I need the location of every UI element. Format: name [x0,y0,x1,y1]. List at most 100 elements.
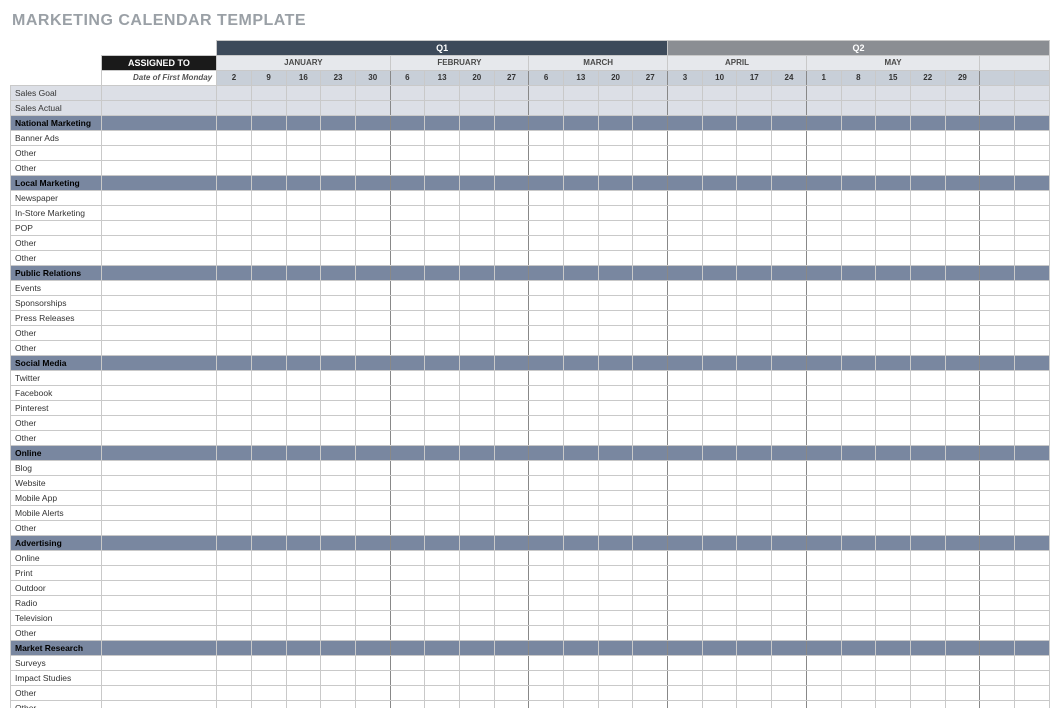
calendar-cell[interactable] [459,461,494,476]
calendar-cell[interactable] [459,101,494,116]
calendar-cell[interactable] [564,296,599,311]
calendar-cell[interactable] [494,206,529,221]
assigned-cell[interactable] [101,596,216,611]
calendar-cell[interactable] [217,206,252,221]
calendar-cell[interactable] [494,251,529,266]
assigned-cell[interactable] [101,401,216,416]
calendar-cell[interactable] [321,701,356,708]
calendar-cell[interactable] [1014,671,1049,686]
calendar-cell[interactable] [217,131,252,146]
calendar-cell[interactable] [494,686,529,701]
calendar-cell[interactable] [355,506,390,521]
calendar-cell[interactable] [910,686,945,701]
calendar-cell[interactable] [980,431,1015,446]
calendar-cell[interactable] [806,146,841,161]
calendar-cell[interactable] [529,326,564,341]
assigned-cell[interactable] [101,701,216,708]
calendar-cell[interactable] [251,596,286,611]
calendar-cell[interactable] [1014,341,1049,356]
calendar-cell[interactable] [737,566,772,581]
calendar-cell[interactable] [286,326,321,341]
calendar-cell[interactable] [910,296,945,311]
calendar-cell[interactable] [980,656,1015,671]
assigned-cell[interactable] [101,581,216,596]
calendar-cell[interactable] [910,146,945,161]
calendar-cell[interactable] [737,296,772,311]
calendar-cell[interactable] [321,566,356,581]
calendar-cell[interactable] [598,251,633,266]
calendar-cell[interactable] [980,416,1015,431]
calendar-cell[interactable] [390,521,425,536]
calendar-cell[interactable] [217,596,252,611]
assigned-cell[interactable] [101,551,216,566]
calendar-cell[interactable] [772,296,807,311]
calendar-cell[interactable] [564,611,599,626]
calendar-cell[interactable] [425,701,460,708]
calendar-cell[interactable] [286,296,321,311]
calendar-cell[interactable] [217,86,252,101]
calendar-cell[interactable] [876,611,911,626]
calendar-cell[interactable] [494,296,529,311]
calendar-cell[interactable] [910,206,945,221]
calendar-cell[interactable] [564,581,599,596]
calendar-cell[interactable] [425,506,460,521]
calendar-cell[interactable] [390,401,425,416]
calendar-cell[interactable] [876,686,911,701]
calendar-cell[interactable] [737,416,772,431]
calendar-cell[interactable] [494,281,529,296]
calendar-cell[interactable] [459,551,494,566]
calendar-cell[interactable] [459,326,494,341]
calendar-cell[interactable] [876,236,911,251]
calendar-cell[interactable] [737,431,772,446]
calendar-cell[interactable] [598,191,633,206]
calendar-cell[interactable] [633,476,668,491]
calendar-cell[interactable] [321,521,356,536]
calendar-cell[interactable] [702,701,737,708]
calendar-cell[interactable] [286,581,321,596]
calendar-cell[interactable] [806,251,841,266]
calendar-cell[interactable] [945,146,980,161]
calendar-cell[interactable] [668,611,703,626]
calendar-cell[interactable] [633,296,668,311]
calendar-cell[interactable] [806,431,841,446]
calendar-cell[interactable] [286,146,321,161]
calendar-cell[interactable] [459,611,494,626]
calendar-cell[interactable] [251,656,286,671]
calendar-cell[interactable] [355,521,390,536]
calendar-cell[interactable] [425,461,460,476]
calendar-cell[interactable] [286,386,321,401]
calendar-cell[interactable] [633,431,668,446]
calendar-cell[interactable] [876,251,911,266]
calendar-cell[interactable] [564,461,599,476]
calendar-cell[interactable] [217,476,252,491]
calendar-cell[interactable] [1014,326,1049,341]
calendar-cell[interactable] [633,566,668,581]
calendar-cell[interactable] [321,611,356,626]
calendar-cell[interactable] [251,131,286,146]
calendar-cell[interactable] [217,251,252,266]
calendar-cell[interactable] [390,326,425,341]
calendar-cell[interactable] [633,191,668,206]
calendar-cell[interactable] [737,146,772,161]
calendar-cell[interactable] [772,281,807,296]
calendar-cell[interactable] [390,626,425,641]
calendar-cell[interactable] [425,611,460,626]
calendar-cell[interactable] [425,341,460,356]
calendar-cell[interactable] [772,626,807,641]
calendar-cell[interactable] [217,461,252,476]
calendar-cell[interactable] [980,86,1015,101]
calendar-cell[interactable] [772,146,807,161]
calendar-cell[interactable] [876,191,911,206]
calendar-cell[interactable] [945,461,980,476]
calendar-cell[interactable] [286,191,321,206]
calendar-cell[interactable] [668,341,703,356]
calendar-cell[interactable] [1014,281,1049,296]
calendar-cell[interactable] [980,131,1015,146]
calendar-cell[interactable] [251,236,286,251]
calendar-cell[interactable] [876,401,911,416]
calendar-cell[interactable] [390,206,425,221]
calendar-cell[interactable] [321,686,356,701]
calendar-cell[interactable] [841,281,876,296]
calendar-cell[interactable] [1014,566,1049,581]
calendar-cell[interactable] [668,491,703,506]
